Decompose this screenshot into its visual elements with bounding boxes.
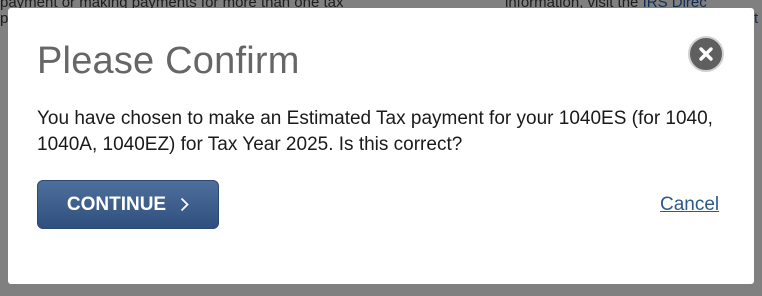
continue-button-label: CONTINUE — [66, 193, 167, 215]
chevron-right-icon — [180, 197, 189, 212]
close-icon — [699, 47, 713, 61]
cancel-link[interactable]: Cancel — [660, 194, 719, 216]
dialog-title: Please Confirm — [37, 40, 300, 82]
continue-button[interactable]: CONTINUE — [37, 180, 219, 229]
confirm-dialog: Please Confirm You have chosen to make a… — [8, 8, 754, 284]
close-button[interactable] — [688, 36, 724, 72]
dialog-message: You have chosen to make an Estimated Tax… — [37, 108, 713, 155]
